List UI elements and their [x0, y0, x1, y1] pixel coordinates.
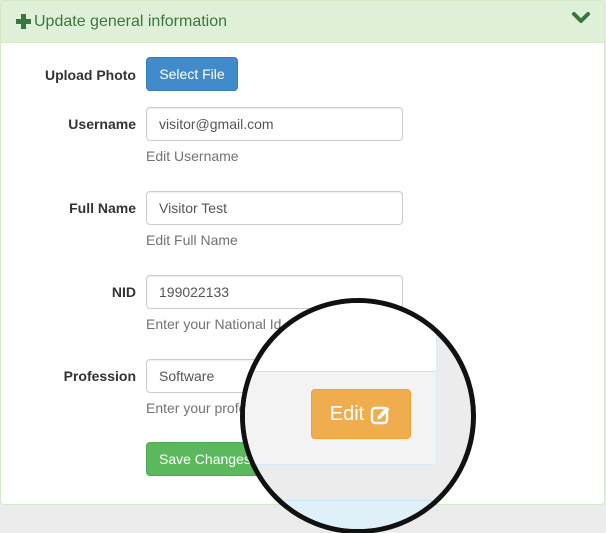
- fullname-label: Full Name: [69, 200, 136, 216]
- edit-button-label: Edit: [329, 402, 365, 425]
- magnified-content: Edit: [245, 303, 471, 529]
- magnifier-lens: Edit: [240, 298, 476, 533]
- upload-photo-label: Upload Photo: [45, 67, 136, 83]
- panel-heading[interactable]: Update general information: [1, 1, 604, 43]
- edit-square-icon: [371, 406, 390, 425]
- select-file-button[interactable]: Select File: [146, 57, 238, 91]
- username-label: Username: [68, 116, 136, 132]
- chevron-down-icon[interactable]: [572, 11, 590, 25]
- edit-button[interactable]: Edit: [311, 389, 411, 439]
- username-input[interactable]: visitor@gmail.com: [146, 107, 403, 141]
- fullname-help: Edit Full Name: [146, 232, 238, 248]
- magnified-bottom-strip: [245, 500, 471, 529]
- panel-title: Update general information: [34, 13, 228, 30]
- nid-label: NID: [111, 284, 136, 300]
- username-help: Edit Username: [146, 148, 239, 164]
- profession-label: Profession: [63, 368, 136, 384]
- fullname-input[interactable]: Visitor Test: [146, 191, 403, 225]
- plus-icon: [16, 14, 32, 30]
